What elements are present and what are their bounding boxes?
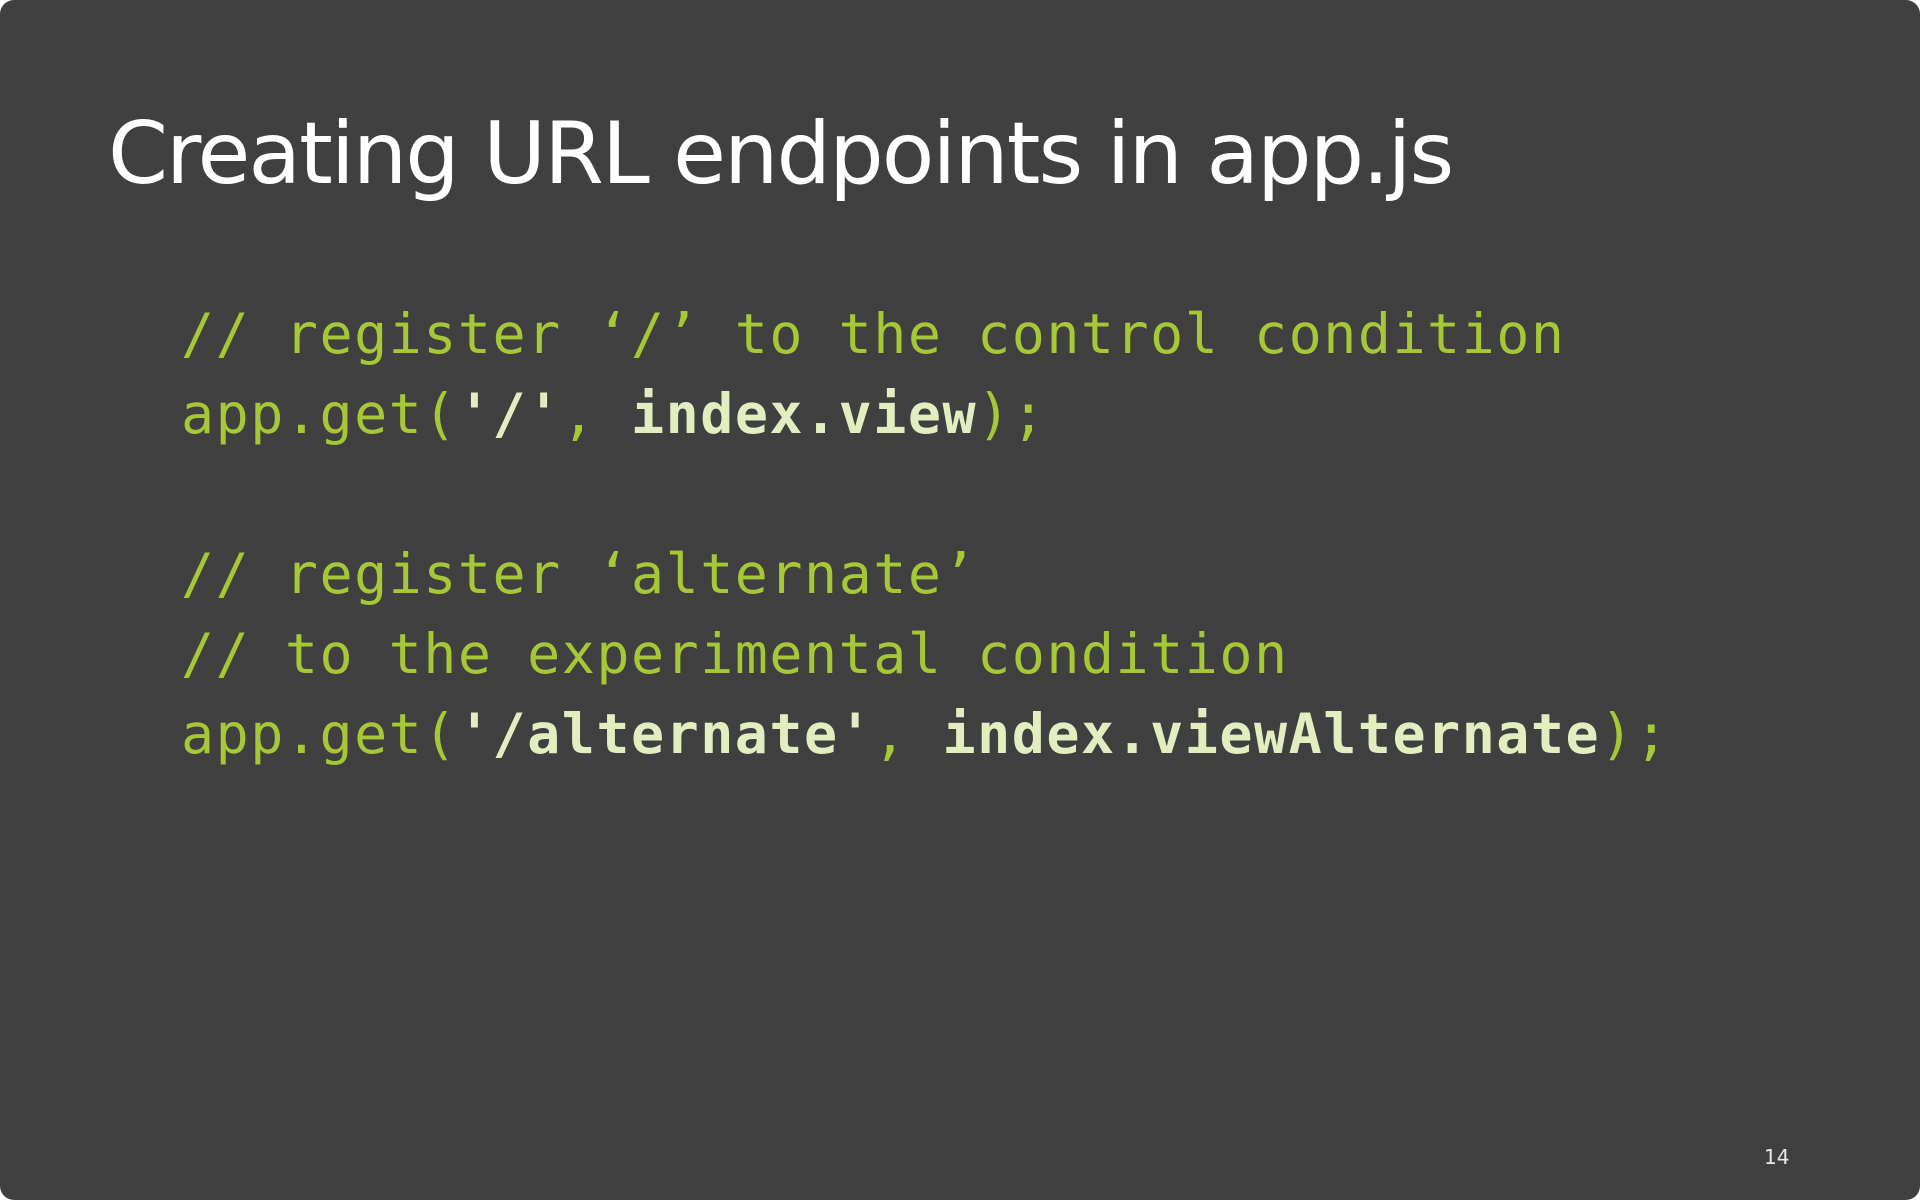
code-handler: index.view [630, 382, 978, 446]
code-statement-line: app.get('/alternate', index.viewAlternat… [181, 694, 1669, 774]
code-comment-line: // to the experimental condition [181, 622, 1289, 686]
code-separator: , [561, 382, 631, 446]
code-call-suffix: ); [977, 382, 1047, 446]
code-route-path: '/alternate' [457, 702, 874, 766]
code-call-prefix: app.get( [181, 382, 458, 446]
code-comment-line: // register ‘/’ to the control condition [181, 302, 1566, 366]
page-number: 14 [1764, 1145, 1790, 1169]
code-call-prefix: app.get( [181, 702, 458, 766]
code-comment-line: // register ‘alternate’ [181, 542, 978, 606]
code-route-path: '/' [457, 382, 562, 446]
code-block: // register ‘/’ to the control condition… [181, 294, 1669, 774]
code-separator: , [873, 702, 943, 766]
code-call-suffix: ); [1600, 702, 1670, 766]
slide-title: Creating URL endpoints in app.js [108, 104, 1454, 204]
slide: Creating URL endpoints in app.js // regi… [0, 0, 1920, 1200]
code-handler: index.viewAlternate [942, 702, 1601, 766]
code-statement-line: app.get('/', index.view); [181, 374, 1669, 454]
